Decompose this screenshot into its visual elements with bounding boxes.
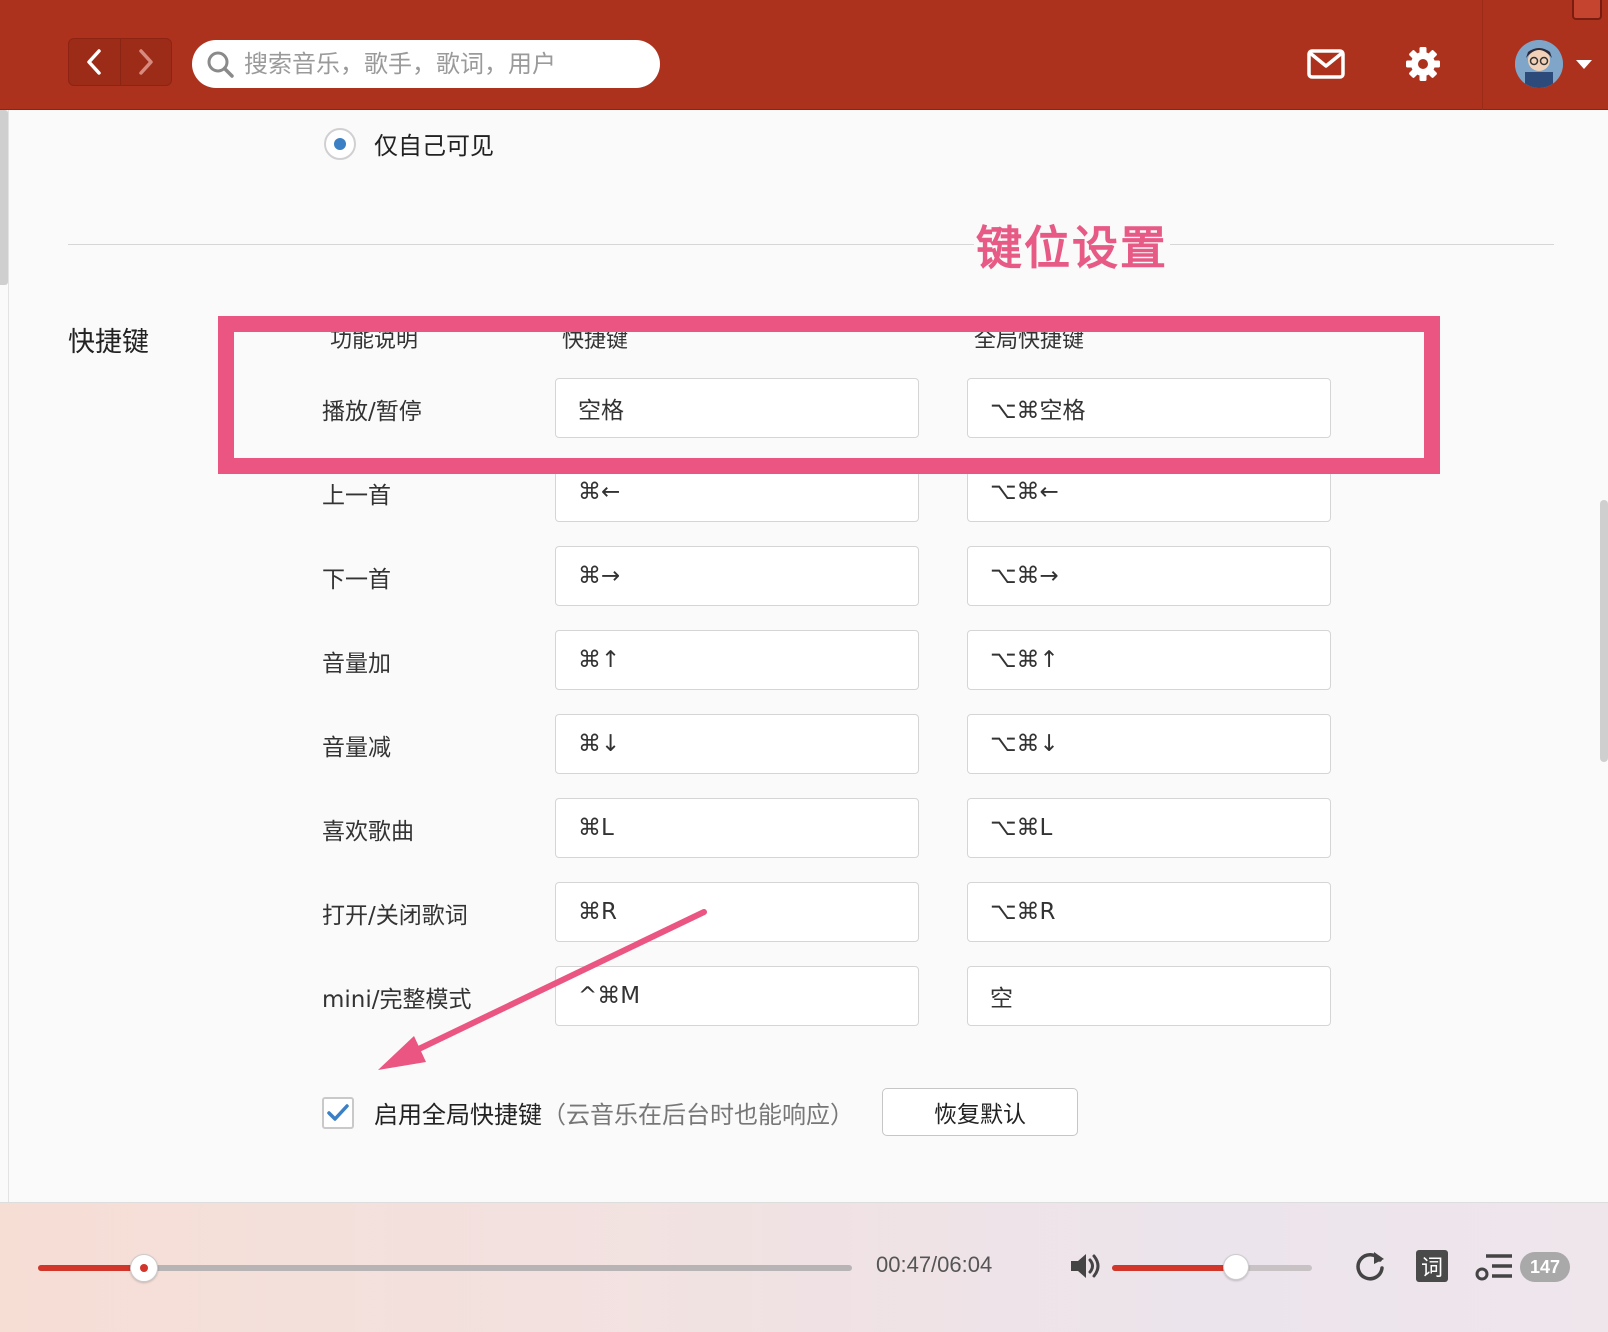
left-edge (8, 110, 9, 1202)
progress-knob-dot (139, 1264, 148, 1272)
search-bar[interactable] (192, 40, 660, 88)
repeat-mode-button[interactable] (1352, 1248, 1388, 1284)
checkmark-icon (327, 1103, 349, 1121)
playlist-button[interactable] (1474, 1248, 1514, 1284)
restore-defaults-button[interactable]: 恢复默认 (882, 1088, 1078, 1136)
enable-global-checkbox[interactable] (322, 1096, 354, 1129)
row-label-mini-mode: mini/完整模式 (322, 987, 472, 1013)
top-bar (0, 0, 1608, 110)
row-label-previous: 上一首 (322, 483, 391, 509)
global-field-volume-down[interactable]: ⌥⌘↓ (967, 714, 1331, 774)
shortcuts-section-label: 快捷键 (68, 327, 149, 358)
row-label-volume-up: 音量加 (322, 651, 391, 677)
avatar[interactable] (1515, 40, 1563, 88)
lyrics-button[interactable]: 词 (1416, 1250, 1448, 1282)
shortcut-field-volume-up[interactable]: ⌘↑ (555, 630, 919, 690)
left-scrollbar[interactable] (0, 110, 8, 285)
row-label-next: 下一首 (322, 567, 391, 593)
privacy-option-label: 仅自己可见 (374, 132, 494, 160)
annotation-title: 键位设置 (974, 212, 1170, 278)
shortcut-field-mini-mode[interactable]: ^⌘M (555, 966, 919, 1026)
volume-button[interactable] (1068, 1248, 1104, 1288)
caret-down-icon[interactable] (1576, 60, 1592, 69)
topbar-divider (1482, 0, 1483, 110)
global-field-toggle-lyrics[interactable]: ⌥⌘R (967, 882, 1331, 942)
chevron-left-icon (87, 49, 102, 75)
enable-global-label: 启用全局快捷键 (374, 1101, 542, 1129)
shortcut-field-like-song[interactable]: ⌘L (555, 798, 919, 858)
messages-button[interactable] (1306, 44, 1346, 84)
playback-time: 00:47/06:04 (876, 1252, 993, 1277)
window-control[interactable] (1572, 0, 1602, 20)
user-avatar-image (1515, 40, 1563, 88)
volume-knob[interactable] (1223, 1254, 1249, 1280)
progress-knob[interactable] (129, 1254, 158, 1282)
volume-track[interactable] (1112, 1265, 1312, 1271)
row-label-like-song: 喜欢歌曲 (322, 819, 414, 845)
playlist-count-badge: 147 (1520, 1252, 1571, 1282)
shortcut-field-next[interactable]: ⌘→ (555, 546, 919, 606)
enable-global-option[interactable]: 启用全局快捷键 （云音乐在后台时也能响应） (322, 1095, 854, 1130)
section-divider (68, 244, 1554, 245)
volume-icon (1071, 1254, 1100, 1278)
privacy-radio[interactable] (324, 127, 356, 160)
search-icon (207, 51, 234, 78)
mail-icon (1307, 49, 1345, 79)
gear-icon (1406, 47, 1440, 81)
right-scrollbar[interactable] (1600, 500, 1608, 762)
chevron-right-icon (139, 49, 153, 75)
repeat-icon (1356, 1252, 1384, 1281)
shortcut-field-volume-down[interactable]: ⌘↓ (555, 714, 919, 774)
global-field-mini-mode[interactable]: 空 (967, 966, 1331, 1026)
row-label-toggle-lyrics: 打开/关闭歌词 (322, 903, 468, 929)
shortcut-field-toggle-lyrics[interactable]: ⌘R (555, 882, 919, 942)
global-field-like-song[interactable]: ⌥⌘L (967, 798, 1331, 858)
privacy-option[interactable]: 仅自己可见 (324, 126, 494, 161)
row-label-volume-down: 音量减 (322, 735, 391, 761)
progress-fill (38, 1265, 144, 1271)
annotation-highlight-box (218, 316, 1440, 474)
settings-button[interactable] (1403, 44, 1443, 84)
search-input[interactable] (244, 50, 644, 78)
radio-selected-dot (334, 137, 346, 150)
history-nav (68, 38, 172, 86)
playlist-icon (1475, 1254, 1512, 1281)
enable-global-hint: （云音乐在后台时也能响应） (542, 1101, 854, 1129)
progress-track[interactable] (38, 1265, 852, 1271)
global-field-volume-up[interactable]: ⌥⌘↑ (967, 630, 1331, 690)
volume-fill (1112, 1265, 1236, 1271)
back-button[interactable] (69, 39, 120, 85)
global-field-next[interactable]: ⌥⌘→ (967, 546, 1331, 606)
forward-button[interactable] (119, 39, 171, 85)
